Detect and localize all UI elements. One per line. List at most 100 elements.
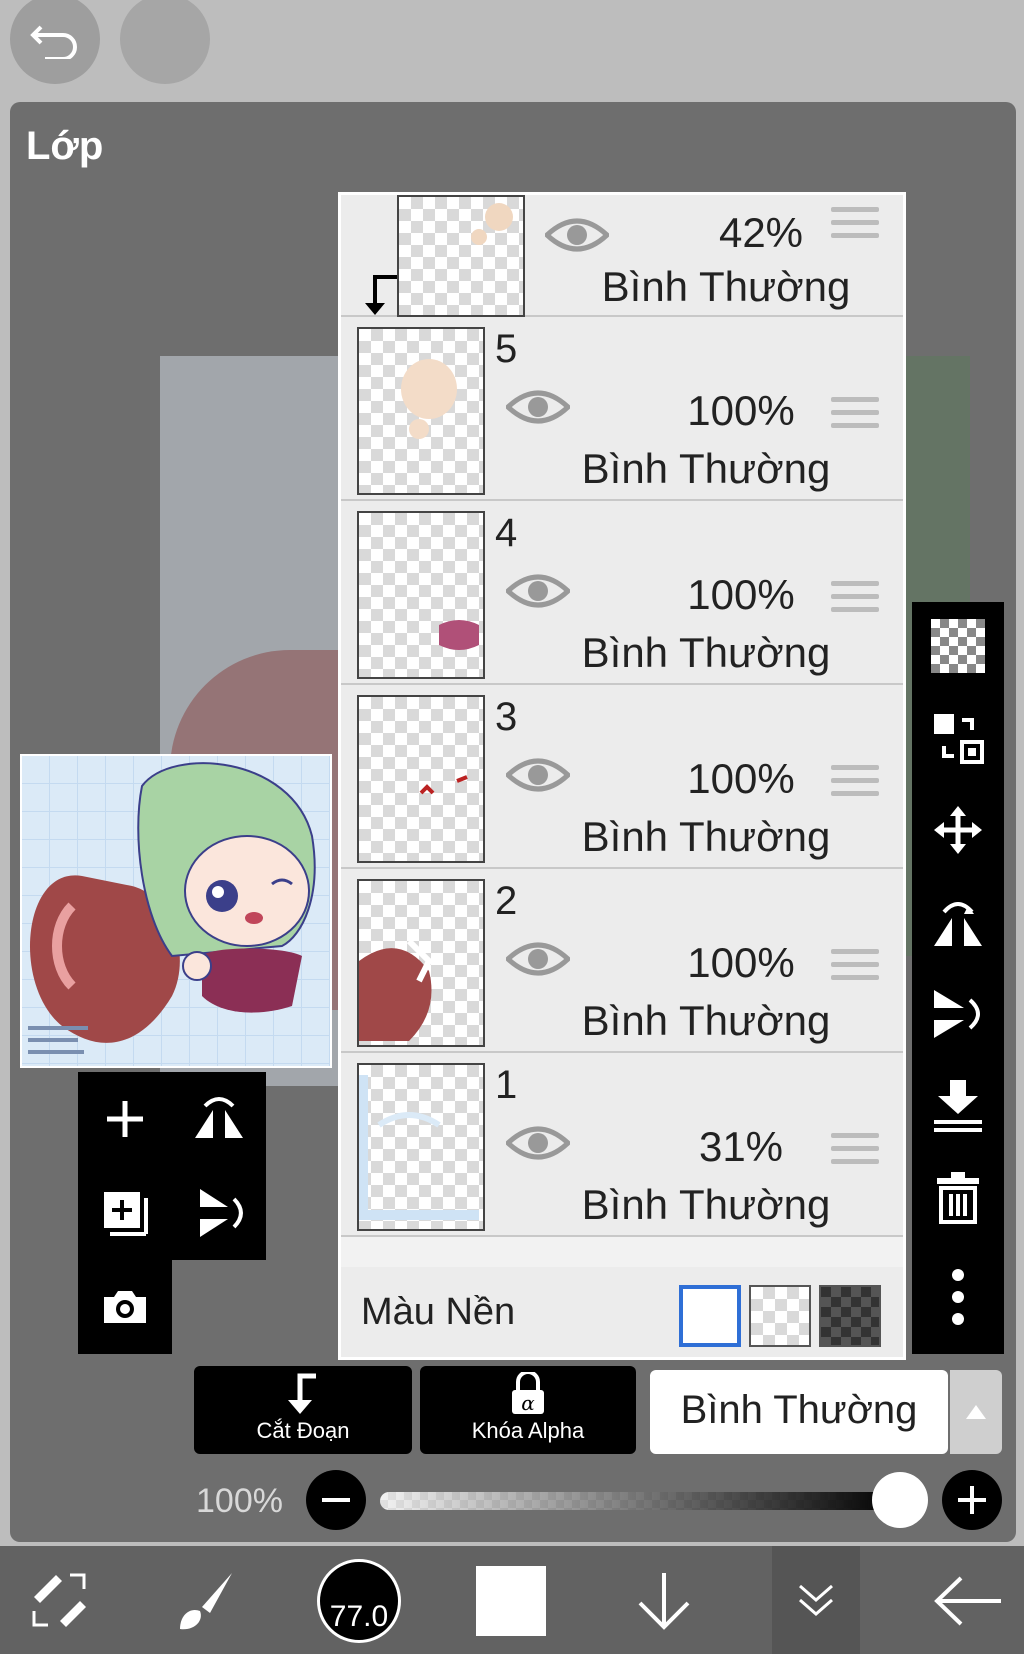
panel-title: Lớp (26, 124, 104, 168)
delete-layer-button[interactable] (930, 1170, 986, 1226)
layer-row-2[interactable]: 2 100% Bình Thường (341, 869, 903, 1053)
layer-content-preview (439, 620, 479, 650)
drag-handle-icon[interactable] (831, 949, 879, 988)
layer-row-4[interactable]: 4 100% Bình Thường (341, 501, 903, 685)
layer-number: 2 (495, 879, 518, 923)
layer-blend-mode: Bình Thường (581, 629, 831, 676)
background-label: Màu Nền (361, 1291, 516, 1333)
camera-button[interactable] (78, 1260, 172, 1354)
visibility-eye-icon[interactable] (506, 939, 570, 979)
layer-content-preview (401, 359, 457, 439)
layers-button[interactable] (772, 1546, 860, 1654)
color-picker-button[interactable] (474, 1556, 548, 1646)
background-swatch-dark[interactable] (819, 1285, 881, 1347)
layer-opacity: 100% (687, 387, 795, 434)
transform-tool-button[interactable] (20, 1556, 100, 1646)
brush-size-icon: 77.0 (317, 1559, 401, 1643)
layer-blend-mode: Bình Thường (581, 445, 831, 492)
clip-button[interactable]: Cắt Đoạn (194, 1366, 412, 1454)
merge-down-button[interactable] (930, 1078, 986, 1134)
lock-icon: α (512, 1372, 544, 1415)
blend-mode-select[interactable]: Bình Thường (650, 1370, 948, 1454)
bottom-toolbar: 77.0 (0, 1546, 1024, 1654)
drag-handle-icon[interactable] (831, 765, 879, 804)
brush-tool-button[interactable] (166, 1556, 246, 1646)
blend-mode-value: Bình Thường (680, 1388, 918, 1432)
background-color-row: Màu Nền (341, 1267, 903, 1357)
layer-row-5[interactable]: 5 100% Bình Thường (341, 317, 903, 501)
svg-text:α: α (521, 1391, 535, 1415)
opacity-increase-button[interactable] (942, 1470, 1002, 1530)
artwork-preview-image (22, 756, 330, 1066)
layer-row-1[interactable]: 1 31% Bình Thường (341, 1053, 903, 1237)
layer-number: 5 (495, 327, 518, 371)
clip-arrow-icon (365, 275, 397, 315)
redo-button[interactable] (120, 0, 210, 84)
minus-icon (322, 1498, 350, 1502)
background-swatch-white[interactable] (679, 1285, 741, 1347)
layer-blend-mode: Bình Thường (581, 1181, 831, 1228)
layer-thumbnail (397, 195, 525, 317)
transform-tool-icon (32, 1573, 86, 1627)
layer-number: 3 (495, 695, 518, 739)
drag-handle-icon[interactable] (831, 207, 879, 246)
visibility-eye-icon[interactable] (506, 387, 570, 427)
move-button[interactable] (930, 802, 986, 858)
blend-mode-dropdown-toggle[interactable] (950, 1370, 1002, 1454)
layer-thumbnail (357, 511, 485, 679)
layer-thumbnail (357, 879, 485, 1047)
layer-opacity: 100% (687, 939, 795, 986)
layer-content-preview (358, 1075, 479, 1220)
canvas-preview[interactable] (20, 754, 332, 1068)
undo-button[interactable] (10, 0, 100, 84)
swap-layers-button[interactable] (930, 710, 986, 766)
more-options-button[interactable] (930, 1262, 986, 1332)
opacity-slider[interactable] (380, 1492, 900, 1510)
opacity-decrease-button[interactable] (306, 1470, 366, 1530)
layer-opacity: 100% (687, 571, 795, 618)
background-swatch-transparent[interactable] (749, 1285, 811, 1347)
brush-size-value: 77.0 (329, 1600, 389, 1633)
merge-down-icon (934, 1080, 982, 1132)
flip-horizontal-button[interactable] (930, 894, 986, 950)
layer-number: 1 (495, 1063, 518, 1107)
flip-vertical-button[interactable] (930, 986, 986, 1042)
more-icon (952, 1269, 964, 1325)
visibility-eye-icon[interactable] (506, 755, 570, 795)
transparency-button[interactable] (930, 618, 986, 674)
flip-layer-horizontal-button[interactable] (172, 1072, 266, 1166)
brush-icon (180, 1573, 232, 1630)
drag-handle-icon[interactable] (831, 397, 879, 436)
layer-opacity: 31% (698, 1123, 784, 1170)
chevron-up-icon (966, 1405, 986, 1419)
add-layer-button[interactable] (78, 1072, 172, 1166)
add-layer-copy-icon (104, 1192, 148, 1236)
download-icon (638, 1573, 690, 1630)
drag-handle-icon[interactable] (831, 581, 879, 620)
transparency-icon (931, 619, 985, 673)
layer-row-3[interactable]: 3 100% Bình Thường (341, 685, 903, 869)
flip-vertical-icon (200, 1189, 243, 1237)
download-button[interactable] (624, 1556, 704, 1646)
layer-blend-mode: Bình Thường (601, 263, 851, 310)
back-button[interactable] (928, 1556, 1008, 1646)
flip-layer-vertical-button[interactable] (172, 1166, 266, 1260)
drag-handle-icon[interactable] (831, 1133, 879, 1172)
flip-horizontal-icon (195, 1097, 243, 1138)
layer-row-clipped[interactable]: 42% Bình Thường (341, 195, 903, 317)
visibility-eye-icon[interactable] (545, 215, 609, 255)
add-layer-copy-button[interactable] (78, 1166, 172, 1260)
back-icon (934, 1576, 1001, 1626)
flip-horizontal-icon (934, 902, 982, 946)
alpha-lock-button[interactable]: α Khóa Alpha (420, 1366, 636, 1454)
camera-icon (104, 1291, 146, 1323)
layer-content-preview (419, 775, 468, 795)
layer-list: 42% Bình Thường 5 100% Bình Thường 4 100… (338, 192, 906, 1360)
layer-opacity: 100% (687, 755, 795, 802)
opacity-slider-handle[interactable] (872, 1472, 928, 1528)
move-icon (934, 806, 982, 854)
visibility-eye-icon[interactable] (506, 571, 570, 611)
alpha-lock-label: Khóa Alpha (471, 1418, 585, 1443)
brush-size-button[interactable]: 77.0 (314, 1556, 404, 1646)
visibility-eye-icon[interactable] (506, 1123, 570, 1163)
